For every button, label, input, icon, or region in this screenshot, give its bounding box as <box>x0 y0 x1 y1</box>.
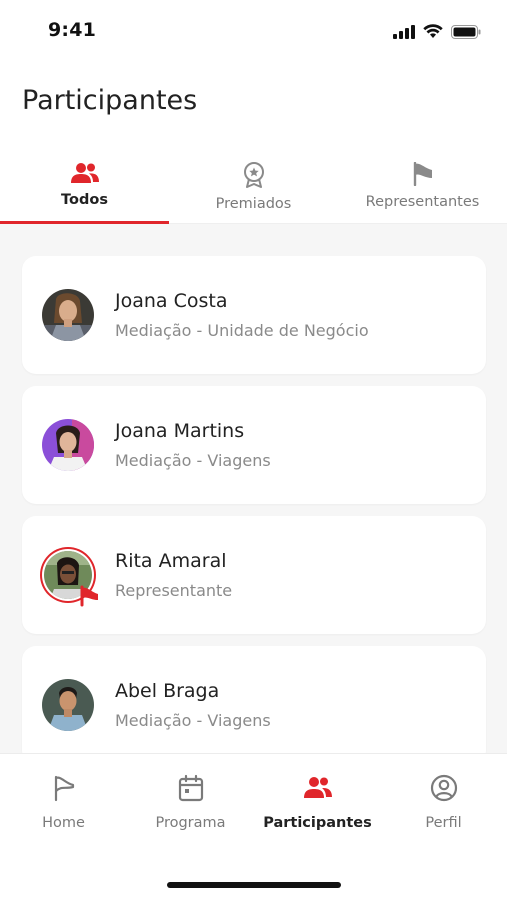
nav-perfil[interactable]: Perfil <box>380 774 507 831</box>
wifi-icon <box>423 24 443 38</box>
nav-label: Participantes <box>263 815 372 831</box>
flag-icon <box>413 162 432 186</box>
status-icons <box>393 24 481 39</box>
avatar <box>42 679 94 731</box>
representative-flag-icon <box>80 585 98 607</box>
status-time: 9:41 <box>48 19 97 41</box>
bottom-nav: Home Programa Participantes Perfil <box>0 753 507 900</box>
signal-icon <box>393 24 415 39</box>
tab-label: Todos <box>61 192 108 208</box>
participant-name: Joana Costa <box>115 290 228 312</box>
tab-bar: Todos Premiados Representantes <box>0 150 507 224</box>
page-title: Participantes <box>22 85 198 116</box>
participant-card[interactable]: Joana Martins Mediação - Viagens <box>22 386 486 504</box>
people-icon <box>70 163 99 183</box>
nav-label: Home <box>42 815 85 831</box>
participant-name: Abel Braga <box>115 680 220 702</box>
home-indicator <box>167 882 341 888</box>
nav-label: Perfil <box>425 815 462 831</box>
status-bar: 9:41 <box>0 0 507 62</box>
participant-name: Rita Amaral <box>115 550 227 572</box>
participant-list: Joana Costa Mediação - Unidade de Negóci… <box>0 224 507 753</box>
tab-premiados[interactable]: Premiados <box>169 150 338 223</box>
avatar <box>42 419 94 471</box>
participant-role: Mediação - Viagens <box>115 711 271 730</box>
award-icon <box>243 162 264 188</box>
nav-home[interactable]: Home <box>0 774 127 831</box>
nav-participantes[interactable]: Participantes <box>254 774 381 831</box>
tab-representantes[interactable]: Representantes <box>338 150 507 223</box>
avatar <box>40 547 98 607</box>
nav-label: Programa <box>155 815 226 831</box>
participant-card[interactable]: Joana Costa Mediação - Unidade de Negóci… <box>22 256 486 374</box>
battery-icon <box>451 24 481 39</box>
participant-card[interactable]: Rita Amaral Representante <box>22 516 486 634</box>
tab-label: Premiados <box>215 196 292 212</box>
participant-card[interactable]: Abel Braga Mediação - Viagens <box>22 646 486 753</box>
nav-programa[interactable]: Programa <box>127 774 254 831</box>
flag-outline-icon <box>54 775 74 802</box>
tab-label: Representantes <box>365 194 480 210</box>
calendar-icon <box>178 774 203 802</box>
user-circle-icon <box>430 774 457 802</box>
tab-todos[interactable]: Todos <box>0 150 169 224</box>
participant-role: Representante <box>115 581 233 600</box>
people-icon <box>303 777 332 798</box>
participant-name: Joana Martins <box>115 420 245 442</box>
participant-role: Mediação - Unidade de Negócio <box>115 321 369 340</box>
avatar <box>42 289 94 341</box>
participant-role: Mediação - Viagens <box>115 451 271 470</box>
